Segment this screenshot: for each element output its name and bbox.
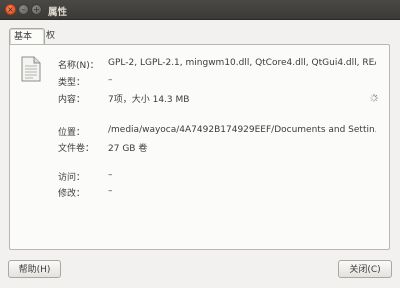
name-value[interactable]: GPL-2, LGPL-2.1, mingwm10.dll, QtCore4.d… [108, 58, 376, 68]
modified-value: – [108, 186, 113, 196]
location-value[interactable]: /media/wayoca/4A7492B174929EEF/Documents… [108, 125, 376, 135]
window-close-button[interactable]: × [5, 4, 16, 15]
generic-document-icon [21, 56, 41, 82]
volume-label: 文件卷： [58, 144, 95, 154]
volume-value: 27 GB 卷 [108, 144, 148, 154]
window-maximize-button[interactable]: + [31, 4, 42, 15]
accessed-value: – [108, 170, 113, 180]
close-button[interactable]: 关闭(C) [338, 260, 392, 278]
accessed-label: 访问： [58, 173, 86, 183]
window-minimize-button[interactable]: – [18, 4, 29, 15]
tab-permissions[interactable]: 权限 [42, 28, 59, 57]
name-label: 名称(N)： [58, 61, 99, 71]
modified-label: 修改： [58, 189, 86, 199]
minimize-icon: – [21, 5, 26, 14]
contents-value: 7项，大小 14.3 MB [108, 95, 190, 105]
help-button[interactable]: 帮助(H) [8, 260, 61, 278]
contents-label: 内容： [58, 95, 86, 105]
title-bar: × – + 属性 [0, 0, 400, 20]
type-value: – [108, 75, 113, 85]
type-label: 类型： [58, 78, 86, 88]
close-icon: × [7, 5, 14, 14]
maximize-icon: + [33, 5, 40, 14]
loading-spinner-icon [370, 94, 378, 102]
window-title: 属性 [48, 7, 68, 18]
location-label: 位置： [58, 128, 86, 138]
